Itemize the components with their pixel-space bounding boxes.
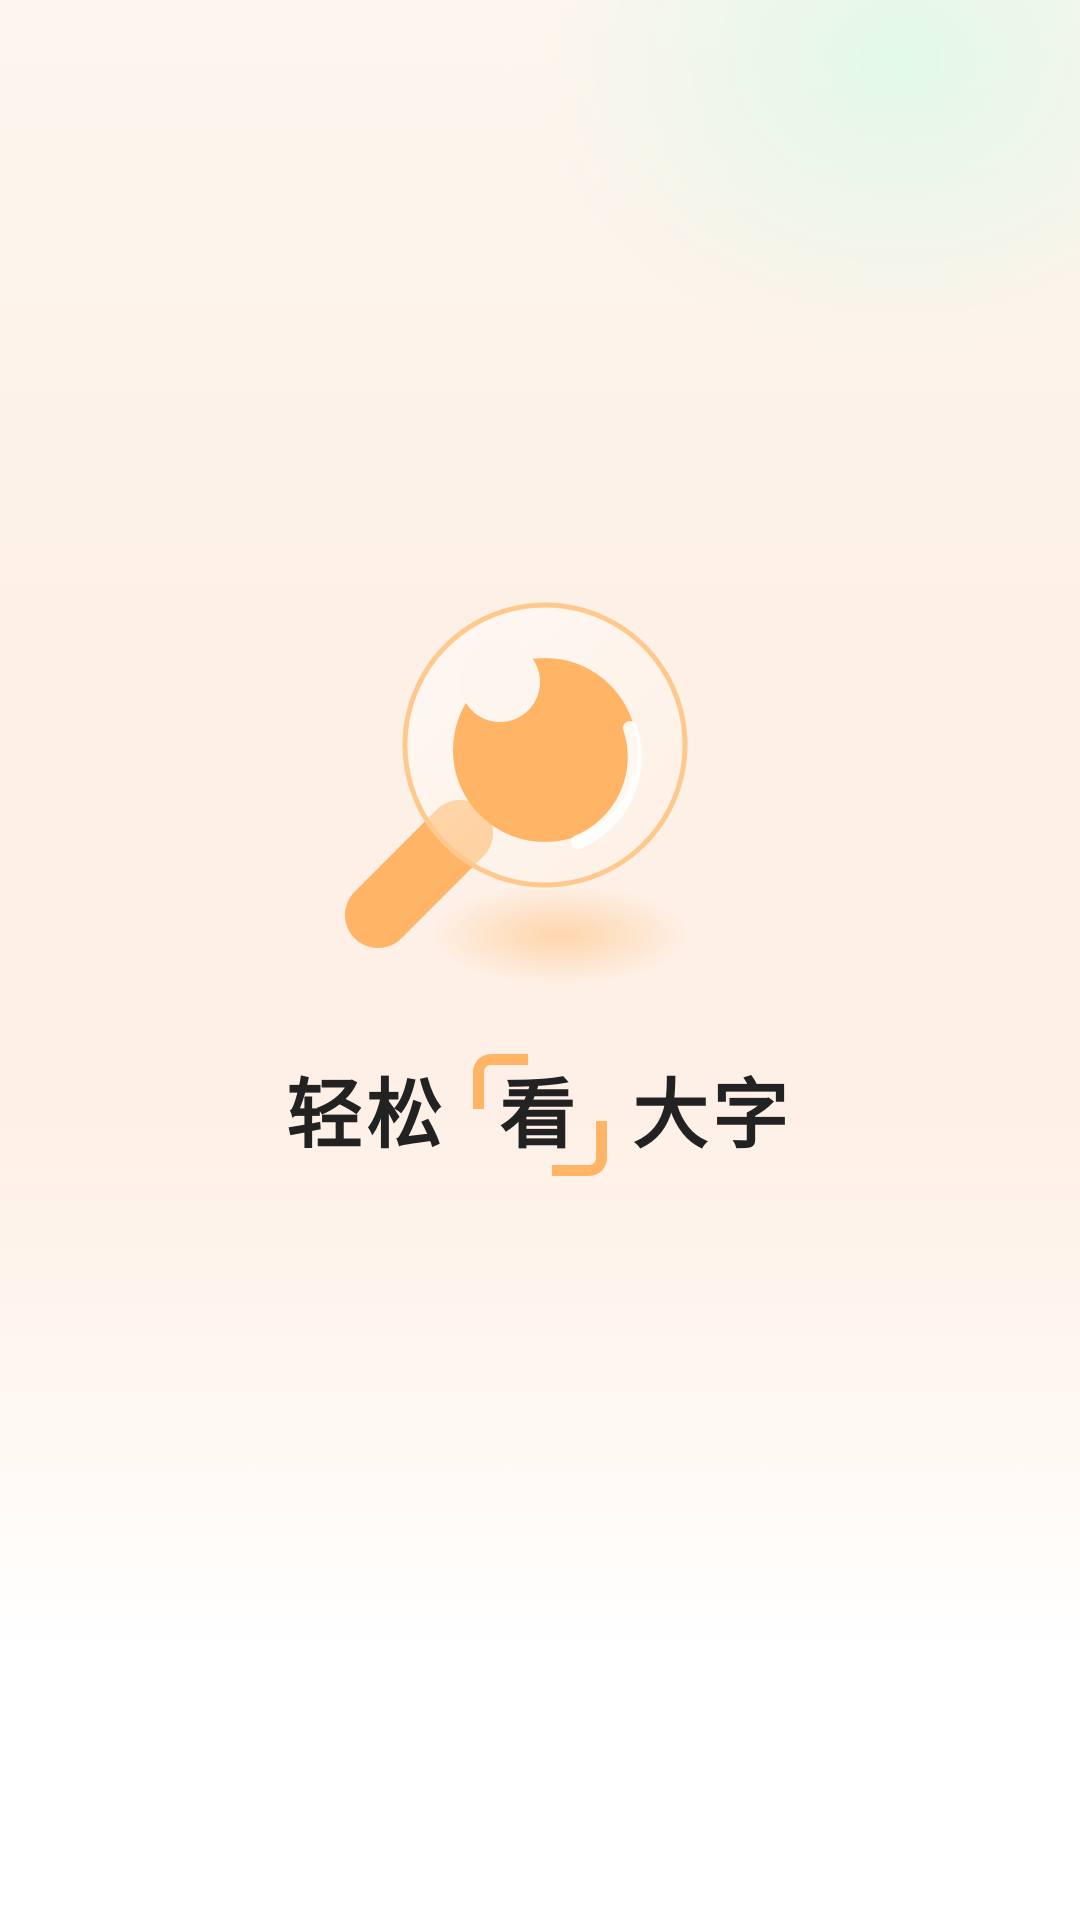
- slogan-highlight-frame: 看: [465, 1050, 615, 1180]
- slogan-part-1: 轻松: [287, 1070, 447, 1159]
- app-logo: [320, 580, 720, 1000]
- slogan-part-2: 大字: [633, 1070, 793, 1159]
- bracket-top-left-icon: [473, 1054, 528, 1109]
- magnifier-eye-icon: [345, 602, 690, 985]
- splash-screen: 轻松 看 大字: [0, 0, 1080, 1920]
- bracket-bottom-right-icon: [552, 1121, 607, 1176]
- app-slogan: 轻松 看 大字: [0, 1050, 1080, 1180]
